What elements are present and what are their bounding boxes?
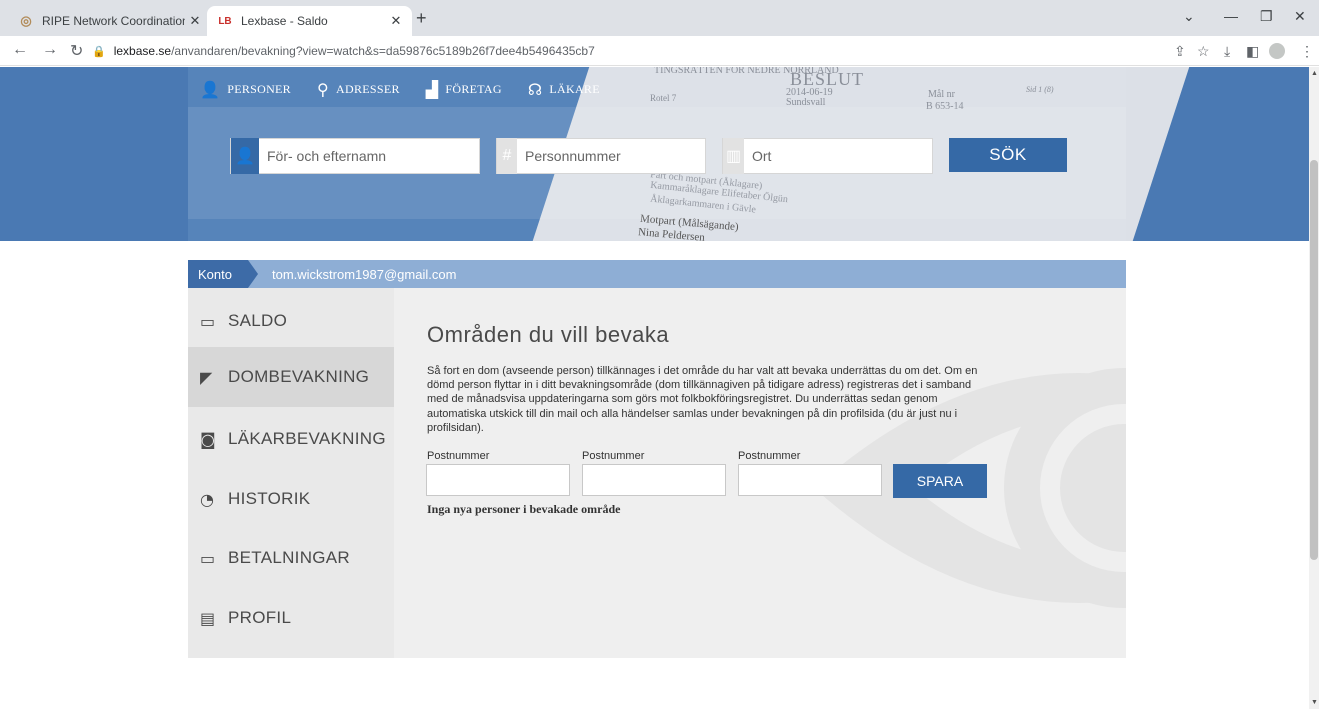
building-icon: ▥	[723, 138, 744, 174]
personnummer-field[interactable]: #	[496, 138, 706, 174]
url-field[interactable]: 🔒 lexbase.se/anvandaren/bevakning?view=w…	[92, 39, 1242, 63]
camera-icon: ◤	[200, 367, 213, 387]
camera-lock-icon: ◙	[200, 429, 216, 449]
postnummer-input-3[interactable]	[738, 464, 882, 496]
sidebar-item-saldo[interactable]: ▭ SALDO	[188, 291, 394, 351]
close-tab-icon[interactable]: ✕	[185, 13, 205, 29]
hero-banner: TINGSRÄTTEN FÖR NEDRE NORRLAND BESLUT 20…	[0, 67, 1309, 241]
sidebar-item-profil[interactable]: ▤ PROFIL	[188, 588, 394, 648]
page-title: Områden du vill bevaka	[427, 322, 670, 347]
url-path: /anvandaren/bevakning?view=watch&s=da598…	[171, 44, 595, 58]
bookmark-star-icon[interactable]: ☆	[1197, 43, 1210, 60]
postnummer-input-2[interactable]	[582, 464, 726, 496]
sidebar-item-betalningar[interactable]: ▭ BETALNINGAR	[188, 528, 394, 588]
name-search-field[interactable]: 👤	[230, 138, 480, 174]
scroll-down-icon[interactable]: ▼	[1310, 699, 1319, 706]
doc-sid: Sid 1 (8)	[1026, 85, 1054, 94]
menu-kebab-icon[interactable]: ⋮	[1300, 43, 1314, 60]
nav-lakare[interactable]: ☊ LÄKARE	[528, 80, 600, 99]
top-navigation: 👤 PERSONER ⚲ ADRESSER ▟ FÖRETAG ☊ LÄKARE	[200, 75, 626, 103]
person-icon: 👤	[231, 138, 259, 174]
close-window-icon[interactable]: ✕	[1294, 8, 1306, 25]
lexbase-favicon-icon: LB	[218, 15, 232, 27]
person-icon: 👤	[200, 79, 221, 99]
ripe-favicon-icon: ◎	[20, 13, 32, 28]
breadcrumb: Konto tom.wickstrom1987@gmail.com	[188, 260, 1126, 288]
sidebar-item-label: DOMBEVAKNING	[228, 367, 370, 386]
back-icon[interactable]: ←	[12, 41, 28, 59]
breadcrumb-email: tom.wickstrom1987@gmail.com	[271, 266, 457, 282]
browser-tab-bar: ◎ RIPE Network Coordination Cent ✕ LB Le…	[0, 0, 1319, 36]
stethoscope-icon: ☊	[527, 79, 543, 99]
address-bar: ← → ↻ 🔒 lexbase.se/anvandaren/bevakning?…	[0, 36, 1319, 66]
postnummer-label-2: Postnummer	[582, 450, 645, 462]
sidebar-item-label: BETALNINGAR	[228, 548, 351, 567]
reload-icon[interactable]: ↻	[70, 41, 83, 61]
sidebar-item-label: HISTORIK	[228, 489, 311, 508]
status-message: Inga nya personer i bevakade område	[427, 502, 621, 516]
account-sidebar: ▭ SALDO ◤ DOMBEVAKNING ◙ LÄKARBEVAKNING …	[188, 288, 394, 658]
download-icon[interactable]: ⤓	[1224, 43, 1230, 60]
page-viewport: TINGSRÄTTEN FÖR NEDRE NORRLAND BESLUT 20…	[0, 67, 1309, 709]
save-button[interactable]: SPARA	[893, 464, 987, 498]
sidebar-item-historik[interactable]: ◔ HISTORIK	[188, 469, 394, 529]
scroll-up-icon[interactable]: ▲	[1310, 70, 1319, 77]
postnummer-input-1[interactable]	[426, 464, 570, 496]
nav-label: FÖRETAG	[445, 81, 502, 96]
id-card-icon: ▤	[200, 608, 216, 628]
scrollbar-thumb[interactable]	[1310, 160, 1318, 560]
tab-search-icon[interactable]: ⌄	[1183, 8, 1195, 25]
ort-input[interactable]	[752, 148, 932, 164]
nav-label: PERSONER	[227, 81, 291, 96]
personnummer-input[interactable]	[525, 148, 705, 164]
profile-avatar-icon[interactable]	[1269, 43, 1285, 59]
tab-title: Lexbase - Saldo	[241, 14, 328, 28]
lock-icon[interactable]: 🔒	[92, 45, 106, 58]
nav-personer[interactable]: 👤 PERSONER	[200, 80, 291, 99]
history-icon: ◔	[200, 489, 215, 509]
name-search-input[interactable]	[267, 148, 447, 164]
main-content: Områden du vill bevaka Så fort en dom (a…	[394, 288, 1126, 658]
restore-icon[interactable]: ❐	[1260, 8, 1273, 25]
search-button[interactable]: SÖK	[949, 138, 1067, 172]
postnummer-label-3: Postnummer	[738, 450, 801, 462]
postnummer-label-1: Postnummer	[427, 450, 490, 462]
breadcrumb-konto[interactable]: Konto	[188, 260, 258, 288]
sidebar-item-label: SALDO	[228, 311, 288, 330]
description-text: Så fort en dom (avseende person) tillkän…	[427, 365, 978, 434]
map-pin-icon: ⚲	[316, 79, 330, 99]
side-panel-icon[interactable]: ◧	[1246, 43, 1259, 60]
tab-lexbase[interactable]: LB Lexbase - Saldo ✕	[207, 6, 412, 36]
ort-field[interactable]: ▥	[722, 138, 933, 174]
hash-icon: #	[497, 138, 517, 174]
nav-foretag[interactable]: ▟ FÖRETAG	[426, 80, 502, 99]
doc-rotel: Rotel 7	[650, 93, 677, 103]
factory-icon: ▟	[425, 79, 439, 99]
tab-title: RIPE Network Coordination Cent	[42, 14, 185, 28]
sidebar-item-label: PROFIL	[228, 608, 292, 627]
forward-icon[interactable]: →	[42, 41, 58, 59]
close-tab-icon[interactable]: ✕	[386, 13, 406, 29]
share-icon[interactable]: ⇪	[1174, 43, 1186, 60]
sidebar-item-dombevakning[interactable]: ◤ DOMBEVAKNING	[188, 347, 394, 407]
sidebar-item-label: LÄKARBEVAKNING	[228, 429, 386, 448]
nav-adresser[interactable]: ⚲ ADRESSER	[317, 80, 400, 99]
url-host: lexbase.se	[113, 44, 172, 58]
card-icon: ▭	[200, 311, 216, 331]
minimize-icon[interactable]: —	[1224, 8, 1238, 24]
card-icon: ▭	[200, 548, 216, 568]
nav-label: ADRESSER	[336, 81, 400, 96]
tab-ripe[interactable]: ◎ RIPE Network Coordination Cent ✕	[8, 6, 211, 36]
doc-mal-label: Mål nr	[928, 89, 955, 100]
nav-label: LÄKARE	[549, 81, 600, 96]
sidebar-item-lakarbevakning[interactable]: ◙ LÄKARBEVAKNING	[188, 409, 394, 469]
new-tab-icon[interactable]: +	[416, 8, 427, 29]
